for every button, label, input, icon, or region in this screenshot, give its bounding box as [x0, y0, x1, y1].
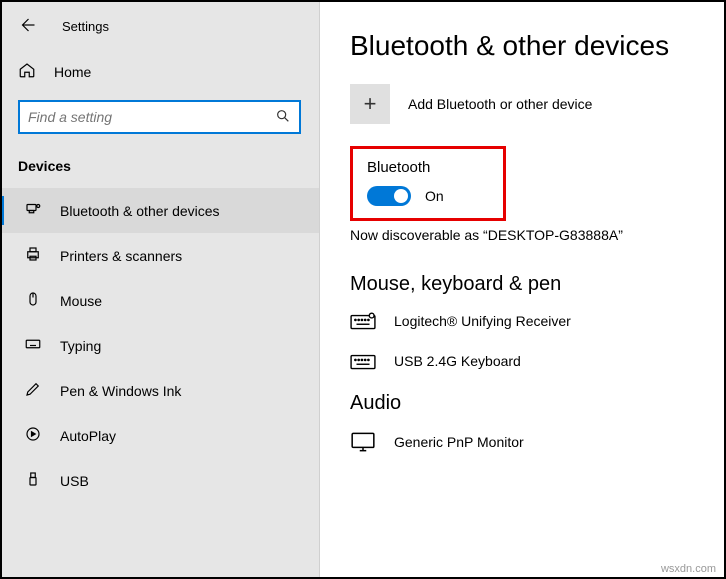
- sidebar-item-bluetooth[interactable]: Bluetooth & other devices: [0, 188, 319, 233]
- sidebar-item-pen[interactable]: Pen & Windows Ink: [0, 368, 319, 413]
- home-nav[interactable]: Home: [0, 51, 319, 92]
- back-icon[interactable]: [18, 16, 36, 37]
- section-header: Devices: [0, 150, 319, 188]
- sub-title-mouse: Mouse, keyboard & pen: [350, 273, 712, 296]
- app-title: Settings: [62, 19, 109, 34]
- main-content: Bluetooth & other devices + Add Bluetoot…: [320, 0, 726, 579]
- search-icon: [275, 108, 291, 127]
- sidebar-item-printers[interactable]: Printers & scanners: [0, 233, 319, 278]
- sidebar-item-autoplay[interactable]: AutoPlay: [0, 413, 319, 458]
- search-input[interactable]: [18, 100, 301, 134]
- sidebar-item-label: Printers & scanners: [60, 248, 182, 264]
- autoplay-icon: [24, 425, 42, 446]
- search-field[interactable]: [28, 109, 275, 125]
- printer-icon: [24, 245, 42, 266]
- keyboard-icon: [350, 312, 376, 330]
- toggle-state: On: [425, 188, 444, 204]
- list-item[interactable]: USB 2.4G Keyboard: [350, 352, 712, 370]
- sidebar-item-label: Bluetooth & other devices: [60, 203, 220, 219]
- usb-icon: [24, 470, 42, 491]
- mouse-icon: [24, 290, 42, 311]
- monitor-icon: [350, 431, 376, 453]
- device-label: Logitech® Unifying Receiver: [394, 313, 571, 329]
- sidebar-item-usb[interactable]: USB: [0, 458, 319, 503]
- keyboard-icon: [24, 335, 42, 356]
- highlight-box: Bluetooth On: [350, 146, 506, 221]
- home-icon: [18, 61, 36, 82]
- discoverable-text: Now discoverable as “DESKTOP-G83888A”: [350, 227, 712, 243]
- bluetooth-toggle[interactable]: [367, 186, 411, 206]
- home-label: Home: [54, 64, 91, 80]
- sidebar: Settings Home Devices Bluetooth & other …: [0, 0, 320, 579]
- page-title: Bluetooth & other devices: [350, 30, 712, 62]
- list-item[interactable]: Generic PnP Monitor: [350, 431, 712, 453]
- sidebar-item-label: USB: [60, 473, 89, 489]
- sidebar-item-label: AutoPlay: [60, 428, 116, 444]
- pen-icon: [24, 380, 42, 401]
- sidebar-item-typing[interactable]: Typing: [0, 323, 319, 368]
- plus-icon: +: [350, 84, 390, 124]
- sidebar-item-label: Typing: [60, 338, 101, 354]
- bluetooth-label: Bluetooth: [367, 159, 489, 176]
- sidebar-item-label: Mouse: [60, 293, 102, 309]
- bluetooth-icon: [24, 200, 42, 221]
- add-device-label: Add Bluetooth or other device: [408, 96, 592, 112]
- sub-title-audio: Audio: [350, 392, 712, 415]
- sidebar-item-label: Pen & Windows Ink: [60, 383, 181, 399]
- sidebar-item-mouse[interactable]: Mouse: [0, 278, 319, 323]
- add-device-button[interactable]: + Add Bluetooth or other device: [350, 84, 712, 124]
- list-item[interactable]: Logitech® Unifying Receiver: [350, 312, 712, 330]
- watermark: wsxdn.com: [661, 563, 716, 575]
- device-label: USB 2.4G Keyboard: [394, 353, 521, 369]
- device-label: Generic PnP Monitor: [394, 434, 524, 450]
- keyboard-icon: [350, 352, 376, 370]
